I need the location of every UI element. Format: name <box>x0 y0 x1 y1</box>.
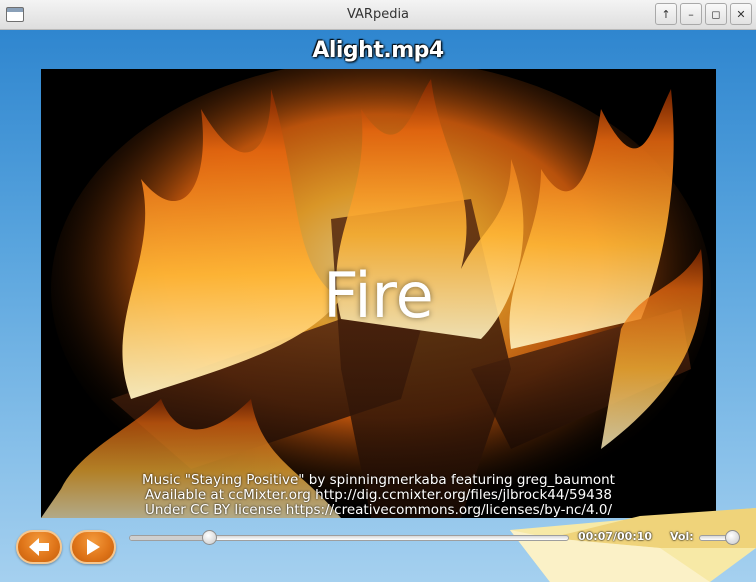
paper-boat-decoration <box>510 508 756 582</box>
credit-line: Available at ccMixter.org http://dig.ccm… <box>145 487 612 503</box>
restore-icon[interactable]: ◻ <box>705 3 727 25</box>
volume-slider[interactable] <box>699 530 741 545</box>
arrow-left-icon <box>29 538 49 556</box>
play-icon <box>87 539 100 555</box>
volume-label: Vol: <box>670 530 694 543</box>
close-icon[interactable]: ✕ <box>730 3 752 25</box>
video-file-title: Alight.mp4 <box>312 38 444 63</box>
credit-line: Music "Staying Positive" by spinningmerk… <box>142 472 615 488</box>
video-caption-word: Fire <box>323 259 434 332</box>
maximize-icon[interactable]: ↑ <box>655 3 677 25</box>
progress-thumb[interactable] <box>201 530 217 545</box>
time-display: 00:07/00:10 <box>578 530 653 543</box>
player-content: Alight.mp4 Fire Music "Staying Positive"… <box>0 30 756 582</box>
video-view[interactable]: Fire Music "Staying Positive" by spinnin… <box>41 69 716 518</box>
minimize-icon[interactable]: – <box>680 3 702 25</box>
window-controls: ↑ – ◻ ✕ <box>655 3 752 25</box>
window-title: VARpedia <box>346 7 410 22</box>
window-titlebar: VARpedia ↑ – ◻ ✕ <box>0 0 756 30</box>
progress-slider[interactable] <box>129 530 569 545</box>
play-pause-button[interactable] <box>70 530 116 564</box>
back-button[interactable] <box>16 530 62 564</box>
progress-fill <box>130 536 209 540</box>
